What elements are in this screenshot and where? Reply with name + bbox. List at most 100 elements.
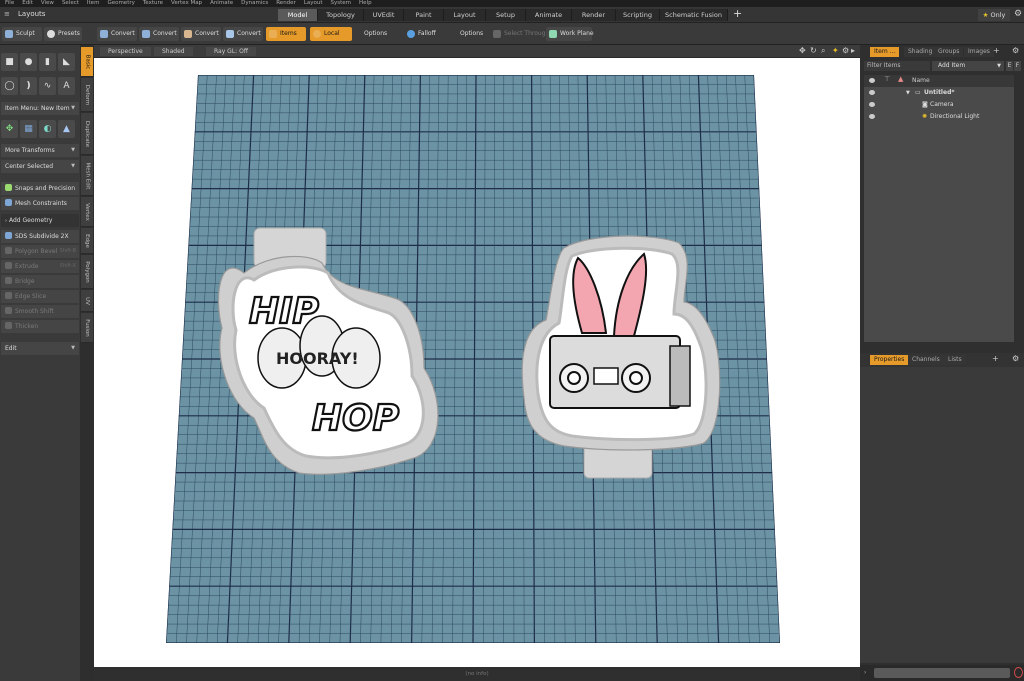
vtab-fusion[interactable]: Fusion: [81, 313, 93, 343]
select-through-button[interactable]: Select Through: [490, 27, 549, 41]
visibility-eye-icon[interactable]: [869, 102, 875, 107]
vtab-polygon[interactable]: Polygon: [81, 255, 93, 289]
move-icon[interactable]: ▲: [58, 120, 75, 138]
tab-paint[interactable]: Paint: [404, 9, 444, 21]
menu-edit[interactable]: Edit: [22, 0, 33, 7]
edit-dropdown[interactable]: Edit ▼: [1, 342, 79, 355]
convert-button-1[interactable]: Convert: [97, 27, 137, 41]
local-button[interactable]: Local: [310, 27, 352, 41]
convert-button-4[interactable]: Convert: [223, 27, 263, 41]
vtab-basic[interactable]: Basic: [81, 47, 93, 77]
tab-setup[interactable]: Setup: [486, 9, 526, 21]
tab-model[interactable]: Model: [278, 9, 318, 21]
cube-icon[interactable]: ■: [1, 53, 18, 71]
menu-select[interactable]: Select: [62, 0, 79, 7]
scale-icon[interactable]: ▦: [20, 120, 37, 138]
center-selected-dropdown[interactable]: Center Selected ▼: [1, 160, 79, 173]
item-menu-dropdown[interactable]: Item Menu: New Item ▼: [1, 102, 79, 115]
vtab-vertex[interactable]: Vertex: [81, 197, 93, 227]
tab-uvedit[interactable]: UVEdit: [364, 9, 404, 21]
tool-edge-slice[interactable]: Edge Slice: [1, 290, 79, 303]
visibility-eye-icon[interactable]: [869, 90, 875, 95]
cone-icon[interactable]: ◣: [58, 53, 75, 71]
raygl-dropdown[interactable]: Ray GL: Off: [206, 47, 256, 56]
only-toggle[interactable]: ★ Only: [978, 9, 1010, 21]
more-transforms-dropdown[interactable]: More Transforms ▼: [1, 144, 79, 157]
add-tab-icon[interactable]: +: [992, 354, 999, 363]
tool-bridge[interactable]: Bridge: [1, 275, 79, 288]
tab-images[interactable]: Images: [964, 47, 994, 57]
menu-geometry[interactable]: Geometry: [107, 0, 134, 7]
falloff-button[interactable]: Falloff: [404, 27, 446, 41]
work-plane-button[interactable]: Work Plane: [546, 27, 594, 41]
layouts-label[interactable]: Layouts: [18, 10, 45, 18]
menu-texture[interactable]: Texture: [143, 0, 163, 7]
tab-topology[interactable]: Topology: [318, 9, 364, 21]
shaded-dropdown[interactable]: Shaded: [154, 47, 193, 56]
transform-icon[interactable]: ✥: [1, 120, 18, 138]
e-button[interactable]: E: [1006, 61, 1013, 71]
layouts-icon[interactable]: ≡: [4, 10, 10, 18]
tab-layout[interactable]: Layout: [444, 9, 486, 21]
tab-channels[interactable]: Channels: [908, 355, 944, 365]
command-input[interactable]: [874, 668, 1010, 678]
tab-groups[interactable]: Groups: [934, 47, 964, 57]
tab-lists[interactable]: Lists: [944, 355, 966, 365]
lighting-icon[interactable]: ✦: [832, 46, 839, 55]
menu-file[interactable]: File: [5, 0, 14, 7]
snaps-precision-button[interactable]: Snaps and Precision: [1, 182, 79, 195]
expand-arrow-icon[interactable]: ▼: [906, 87, 910, 99]
menu-layout[interactable]: Layout: [304, 0, 323, 7]
tab-scripting[interactable]: Scripting: [616, 9, 660, 21]
f-button[interactable]: F: [1014, 61, 1021, 71]
tree-item-camera[interactable]: ◙ Camera: [864, 99, 1010, 111]
filter-items-field[interactable]: Filter Items: [864, 61, 930, 71]
cylinder-icon[interactable]: ▮: [39, 53, 56, 71]
tool-smooth-shift[interactable]: Smooth Shift: [1, 305, 79, 318]
tool-extrude[interactable]: Extrude Shift-X: [1, 260, 79, 273]
presets-button[interactable]: Presets: [44, 27, 82, 41]
sculpt-button[interactable]: Sculpt: [2, 27, 42, 41]
tree-item-scene[interactable]: ▼ ▭ Untitled*: [864, 87, 1010, 99]
options-button-2[interactable]: Options: [456, 27, 488, 41]
item-list[interactable]: ▼ ▭ Untitled* ◙ Camera ✺ Directional Lig…: [864, 87, 1014, 342]
menu-item[interactable]: Item: [87, 0, 100, 7]
sphere-icon[interactable]: ●: [20, 53, 37, 71]
tab-animate[interactable]: Animate: [526, 9, 572, 21]
options-button-1[interactable]: Options: [360, 27, 392, 41]
panel-gear-icon[interactable]: ⚙: [1012, 354, 1019, 363]
capsule-icon[interactable]: ❫: [20, 77, 37, 95]
menu-vertex-map[interactable]: Vertex Map: [171, 0, 202, 7]
record-icon[interactable]: [1014, 667, 1023, 678]
visibility-eye-icon[interactable]: [869, 114, 875, 119]
menu-animate[interactable]: Animate: [210, 0, 233, 7]
perspective-dropdown[interactable]: Perspective: [100, 47, 151, 56]
tool-polygon-bevel[interactable]: Polygon Bevel Shift-B: [1, 245, 79, 258]
tree-item-directional-light[interactable]: ✺ Directional Light: [864, 111, 1010, 123]
text-icon[interactable]: A: [58, 77, 75, 95]
mesh-constraints-button[interactable]: Mesh Constraints: [1, 197, 79, 210]
menu-help[interactable]: Help: [359, 0, 372, 7]
vtab-mesh-edit[interactable]: Mesh Edit: [81, 156, 93, 196]
vtab-edge[interactable]: Edge: [81, 228, 93, 254]
add-tab-icon[interactable]: +: [993, 46, 1000, 55]
panel-gear-icon[interactable]: ⚙: [1012, 46, 1019, 55]
tab-item-list[interactable]: Item ...: [870, 47, 900, 57]
tool-sds-subdivide[interactable]: SDS Subdivide 2X: [1, 230, 79, 243]
pan-icon[interactable]: ✥: [799, 46, 806, 55]
tab-render[interactable]: Render: [572, 9, 616, 21]
add-item-dropdown[interactable]: Add Item ▼: [932, 61, 1004, 71]
rotate-icon[interactable]: ◐: [39, 120, 56, 138]
tab-shading[interactable]: Shading: [904, 47, 937, 57]
items-button[interactable]: Items: [266, 27, 306, 41]
tab-schematic-fusion[interactable]: Schematic Fusion: [660, 9, 728, 21]
vtab-duplicate[interactable]: Duplicate: [81, 113, 93, 155]
add-layout-icon[interactable]: +: [733, 8, 742, 20]
menu-render[interactable]: Render: [276, 0, 296, 7]
pen-icon[interactable]: ∿: [39, 77, 56, 95]
tab-properties[interactable]: Properties: [870, 355, 909, 365]
convert-button-2[interactable]: Convert: [139, 27, 179, 41]
vtab-deform[interactable]: Deform: [81, 78, 93, 112]
3d-viewport[interactable]: HIP HOORAY! HOP: [94, 58, 860, 667]
viewport-gear-icon[interactable]: ⚙: [842, 46, 849, 55]
